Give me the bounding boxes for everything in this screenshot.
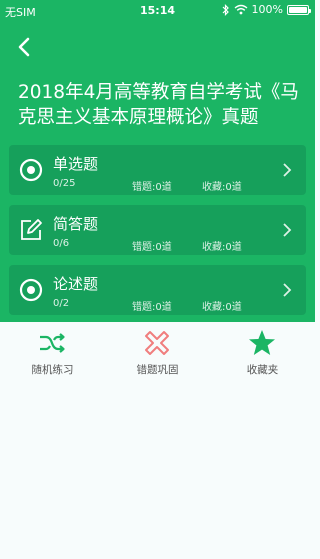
status-right: 100% — [222, 3, 311, 16]
edit-icon — [21, 219, 42, 240]
battery-percent: 100% — [251, 3, 283, 16]
section-fav-count: 收藏:0道 — [202, 302, 242, 313]
tab-label: 错题巩固 — [136, 364, 179, 376]
section-wrong-count: 错题:0道 — [132, 242, 172, 253]
star-icon — [249, 330, 275, 355]
cross-icon — [145, 331, 169, 355]
tab-wrong-review[interactable]: 错题巩固 — [105, 322, 210, 378]
tab-random-practice[interactable]: 随机练习 — [0, 322, 105, 378]
section-name: 单选题 — [53, 155, 99, 173]
chevron-right-icon — [283, 223, 292, 237]
section-progress: 0/25 — [53, 178, 76, 189]
section-fav-count: 收藏:0道 — [202, 182, 242, 193]
section-wrong-count: 错题:0道 — [132, 302, 172, 313]
tab-label: 随机练习 — [31, 364, 74, 376]
bottom-toolbar: 随机练习 错题巩固 收藏夹 — [0, 322, 315, 378]
battery-icon — [287, 4, 311, 15]
section-name: 论述题 — [53, 275, 99, 293]
bluetooth-icon — [222, 3, 229, 16]
section-fav-count: 收藏:0道 — [202, 242, 242, 253]
tab-favorites[interactable]: 收藏夹 — [210, 322, 315, 378]
chevron-right-icon — [283, 163, 292, 177]
section-wrong-count: 错题:0道 — [132, 182, 172, 193]
section-card-essay[interactable]: 论述题 0/2 错题:0道 收藏:0道 — [9, 265, 306, 315]
section-progress: 0/6 — [53, 238, 70, 249]
shuffle-icon — [40, 333, 65, 353]
target-icon — [19, 278, 43, 302]
wifi-icon — [234, 4, 247, 15]
status-bar: 无SIM 15:14 100% — [0, 0, 315, 22]
back-icon[interactable] — [12, 34, 38, 60]
section-card-short-answer[interactable]: 简答题 0/6 错题:0道 收藏:0道 — [9, 205, 306, 255]
chevron-right-icon — [283, 283, 292, 297]
page-title: 2018年4月高等教育自学考试《马克思主义基本原理概论》真题 — [18, 82, 299, 128]
tab-label: 收藏夹 — [246, 364, 279, 376]
section-name: 简答题 — [53, 215, 99, 233]
section-card-single-choice[interactable]: 单选题 0/25 错题:0道 收藏:0道 — [9, 145, 306, 195]
section-progress: 0/2 — [53, 298, 70, 309]
target-icon — [19, 158, 43, 182]
